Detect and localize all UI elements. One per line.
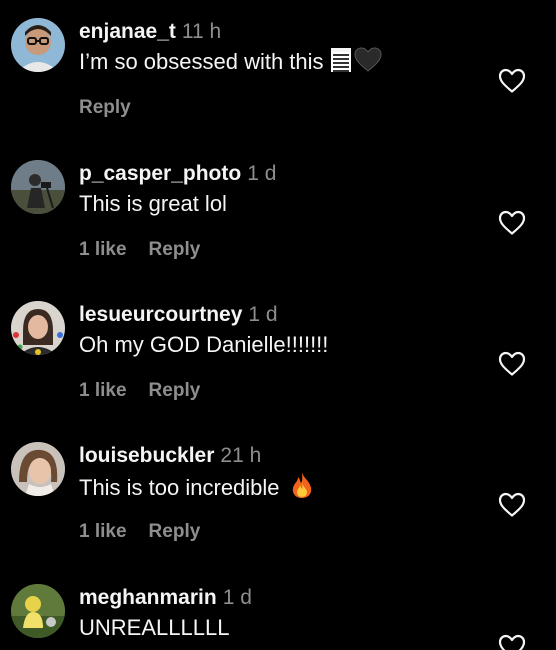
heart-outline-icon[interactable] [498,68,526,94]
likes-count-link[interactable]: 1 like [79,380,127,401]
reply-button[interactable]: Reply [149,239,201,260]
avatar[interactable] [11,584,65,638]
comment-text: Oh my GOD Danielle!!!!!!! [79,330,328,360]
comment-body: UNREALLLLLL [79,615,230,640]
username-link[interactable]: meghanmarin [79,586,217,609]
comment-body: This is great lol [79,191,227,216]
comments-list: enjanae_t 11 h I’m so obsessed with this … [0,0,556,650]
avatar[interactable] [11,160,65,214]
comment-header: louisebuckler 21 h [79,442,261,470]
comment-actions: 1 like Reply [79,520,200,544]
comment-timestamp: 1 d [247,162,277,185]
avatar[interactable] [11,18,65,72]
heart-outline-icon[interactable] [498,634,526,650]
comment-text: This is great lol [79,189,227,219]
avatar[interactable] [11,442,65,496]
comment-actions: Reply [79,96,131,120]
comment-body: Oh my GOD Danielle!!!!!!! [79,332,329,357]
black-heart-emoji-icon [354,47,382,73]
comment-header: lesueurcourtney 1 d [79,301,278,329]
reply-button[interactable]: Reply [149,521,201,542]
comment-text: This is too incredible [79,471,314,503]
likes-count-link[interactable]: 1 like [79,239,127,260]
comment-timestamp: 11 h [181,20,222,43]
comment-text: UNREALLLLLL [79,613,229,643]
comment-header: p_casper_photo 1 d [79,160,276,188]
username-link[interactable]: lesueurcourtney [79,303,242,326]
notepad-emoji-icon [330,47,352,73]
fire-emoji-icon [290,471,314,499]
heart-outline-icon[interactable] [498,210,526,236]
comment-timestamp: 1 d [248,303,278,326]
comment-header: enjanae_t 11 h [79,18,221,46]
heart-outline-icon[interactable] [498,351,526,377]
comment-text: I’m so obsessed with this [79,47,382,77]
comment-header: meghanmarin 1 d [79,584,252,612]
comment-actions: 1 like Reply [79,238,200,262]
comment-timestamp: 1 d [222,586,252,609]
reply-button[interactable]: Reply [149,380,201,401]
comment-timestamp: 21 h [220,444,262,467]
username-link[interactable]: louisebuckler [79,444,214,467]
username-link[interactable]: enjanae_t [79,20,176,43]
username-link[interactable]: p_casper_photo [79,162,241,185]
comment-body: I’m so obsessed with this [79,49,324,74]
comment-body: This is too incredible [79,475,280,500]
comment-actions: 1 like Reply [79,379,200,403]
likes-count-link[interactable]: 1 like [79,521,127,542]
reply-button[interactable]: Reply [79,97,131,118]
heart-outline-icon[interactable] [498,492,526,518]
avatar[interactable] [11,301,65,355]
